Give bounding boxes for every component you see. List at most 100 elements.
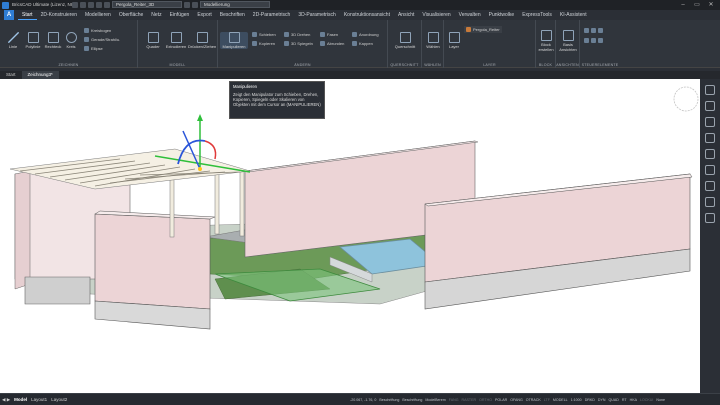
status-ortho[interactable]: ORTHO xyxy=(479,398,492,402)
tab-visualisieren[interactable]: Visualisieren xyxy=(418,10,454,20)
minimize-icon[interactable]: – xyxy=(676,0,690,10)
status-drkd[interactable]: DRKD xyxy=(585,398,595,402)
library-panel-icon[interactable] xyxy=(705,133,715,143)
tab-netz[interactable]: Netz xyxy=(147,10,165,20)
manipulate-button[interactable]: Manipulieren xyxy=(220,32,248,49)
status-lockui[interactable]: LOCKUI xyxy=(640,398,653,402)
tab-start[interactable]: Start xyxy=(18,10,37,20)
tab-konstruktionsansicht[interactable]: Konstruktionsansicht xyxy=(340,10,394,20)
cloud-panel-icon[interactable] xyxy=(705,213,715,223)
settings-panel-icon[interactable] xyxy=(705,197,715,207)
line-button[interactable]: Linie xyxy=(6,32,20,49)
tab-2d-konstruieren[interactable]: 2D-Konstruieren xyxy=(37,10,81,20)
properties-icon[interactable] xyxy=(184,1,190,8)
open-icon[interactable] xyxy=(80,1,86,8)
status-none[interactable]: None xyxy=(656,398,665,402)
structure-panel-icon[interactable] xyxy=(705,117,715,127)
layers-panel-icon[interactable] xyxy=(705,101,715,111)
doc-tab-drawing[interactable]: Zeichnung3* xyxy=(21,71,59,79)
window-title: BricsCAD Ultimate (Lizenz, NICHT ZUM WIE… xyxy=(12,2,72,7)
undo-icon[interactable] xyxy=(96,1,102,8)
status-quad[interactable]: QUAD xyxy=(608,398,618,402)
tab-beschriften[interactable]: Beschriften xyxy=(216,10,249,20)
title-bar: Pergola_Reiter_3D Modellierung – ▭ ✕ xyxy=(0,0,720,10)
status-scale[interactable]: 1:1000 xyxy=(571,398,582,402)
tab-punktwolke[interactable]: Punktwolke xyxy=(485,10,519,20)
layout-tab-model[interactable]: Model xyxy=(14,397,27,402)
status-rt[interactable]: RT xyxy=(622,398,627,402)
base-views-button[interactable]: Basis Ansichten xyxy=(557,30,579,52)
status-osnap[interactable]: OFANG xyxy=(510,398,523,402)
current-layer-combo[interactable]: Pergola_Reiter xyxy=(464,26,502,33)
ellipse-button[interactable]: Ellipse xyxy=(84,46,103,51)
status-polar[interactable]: POLAR xyxy=(495,398,507,402)
layer-button[interactable]: Layer xyxy=(446,32,462,49)
construction-line-button[interactable]: Gerade/Strahl/u. xyxy=(84,37,120,42)
array-button[interactable]: Anordnung xyxy=(352,32,379,37)
fillet-button[interactable]: Abrunden xyxy=(320,41,344,46)
fillet-icon xyxy=(320,41,325,46)
doc-tab-start[interactable]: Start xyxy=(0,71,22,79)
workspace-combo[interactable]: Modellierung xyxy=(200,1,270,8)
create-block-button[interactable]: Block erstellen xyxy=(537,30,555,52)
extrude-button[interactable]: Extrudieren xyxy=(164,32,188,49)
tab-2d-parametrisch[interactable]: 2D-Parametrisch xyxy=(249,10,295,20)
copy-button[interactable]: Kopieren xyxy=(252,41,275,46)
materials-panel-icon[interactable] xyxy=(705,149,715,159)
status-otrack[interactable]: OTRACK xyxy=(526,398,541,402)
close-icon[interactable]: ✕ xyxy=(704,0,718,10)
panel-label-aendern: ÄNDERN xyxy=(294,63,311,67)
tab-ansicht[interactable]: Ansicht xyxy=(394,10,418,20)
new-icon[interactable] xyxy=(72,1,78,8)
layout-tab-layout1[interactable]: Layout1 xyxy=(31,397,47,402)
render-panel-icon[interactable] xyxy=(705,165,715,175)
circle-button[interactable]: Kreis xyxy=(64,32,78,49)
polyline-button[interactable]: Polylinie xyxy=(24,32,42,49)
tab-modellieren[interactable]: Modellieren xyxy=(81,10,115,20)
section-button[interactable]: Querschnitt xyxy=(390,32,420,49)
trim-button[interactable]: Kappen xyxy=(352,41,373,46)
tab-oberflaeche[interactable]: Oberfläche xyxy=(115,10,147,20)
rectangle-button[interactable]: Rechteck xyxy=(44,32,62,49)
layer-color-icon xyxy=(466,27,471,32)
pointcloud-panel-icon[interactable] xyxy=(705,181,715,191)
status-model[interactable]: MODELL xyxy=(553,398,568,402)
tab-export[interactable]: Export xyxy=(193,10,215,20)
properties-panel-icon[interactable] xyxy=(705,85,715,95)
layout-tab-layout2[interactable]: Layout2 xyxy=(51,397,67,402)
status-dyn[interactable]: DYN xyxy=(598,398,606,402)
panel-waehlen: Wählen WÄHLEN xyxy=(422,20,444,68)
control-6-icon xyxy=(598,38,603,43)
tab-3d-parametrisch[interactable]: 3D-Parametrisch xyxy=(294,10,340,20)
status-snap[interactable]: FANG xyxy=(449,398,459,402)
move-button[interactable]: Schieben xyxy=(252,32,276,37)
status-annotation[interactable]: Beschriftung xyxy=(379,398,399,402)
tab-expresstools[interactable]: ExpressTools xyxy=(518,10,556,20)
app-logo-icon[interactable] xyxy=(2,1,9,9)
rotate3d-button[interactable]: 3D Drehen xyxy=(284,32,310,37)
tab-ki-assistent[interactable]: KI-Assistent xyxy=(556,10,591,20)
box-button[interactable]: Quader xyxy=(144,32,162,49)
application-menu-button[interactable]: A xyxy=(4,10,14,20)
status-annotation-2[interactable]: Beschriftung xyxy=(402,398,422,402)
select-button[interactable]: Wählen xyxy=(424,32,442,49)
maximize-icon[interactable]: ▭ xyxy=(690,0,704,10)
layout-nav-icon[interactable]: ◀ ▶ xyxy=(2,397,10,403)
drawing-combo[interactable]: Pergola_Reiter_3D xyxy=(112,1,182,8)
layers-icon[interactable] xyxy=(192,1,198,8)
push-pull-button[interactable]: Drücken/Ziehen xyxy=(188,32,216,49)
save-icon[interactable] xyxy=(88,1,94,8)
redo-icon[interactable] xyxy=(104,1,110,8)
status-model-space[interactable]: ModelBerem xyxy=(425,398,445,402)
model-viewport[interactable] xyxy=(0,79,700,393)
chamfer-button[interactable]: Fasen xyxy=(320,32,338,37)
control-2-button[interactable] xyxy=(584,38,603,43)
arc-button[interactable]: Kreisbogen xyxy=(84,28,111,33)
status-grid[interactable]: RASTER xyxy=(462,398,477,402)
tab-einfuegen[interactable]: Einfügen xyxy=(166,10,194,20)
control-1-button[interactable] xyxy=(584,28,603,33)
tab-verwalten[interactable]: Verwalten xyxy=(455,10,485,20)
status-hka[interactable]: HKA xyxy=(630,398,637,402)
mirror3d-button[interactable]: 3D Spiegeln xyxy=(284,41,313,46)
status-ltf[interactable]: LTF xyxy=(544,398,550,402)
